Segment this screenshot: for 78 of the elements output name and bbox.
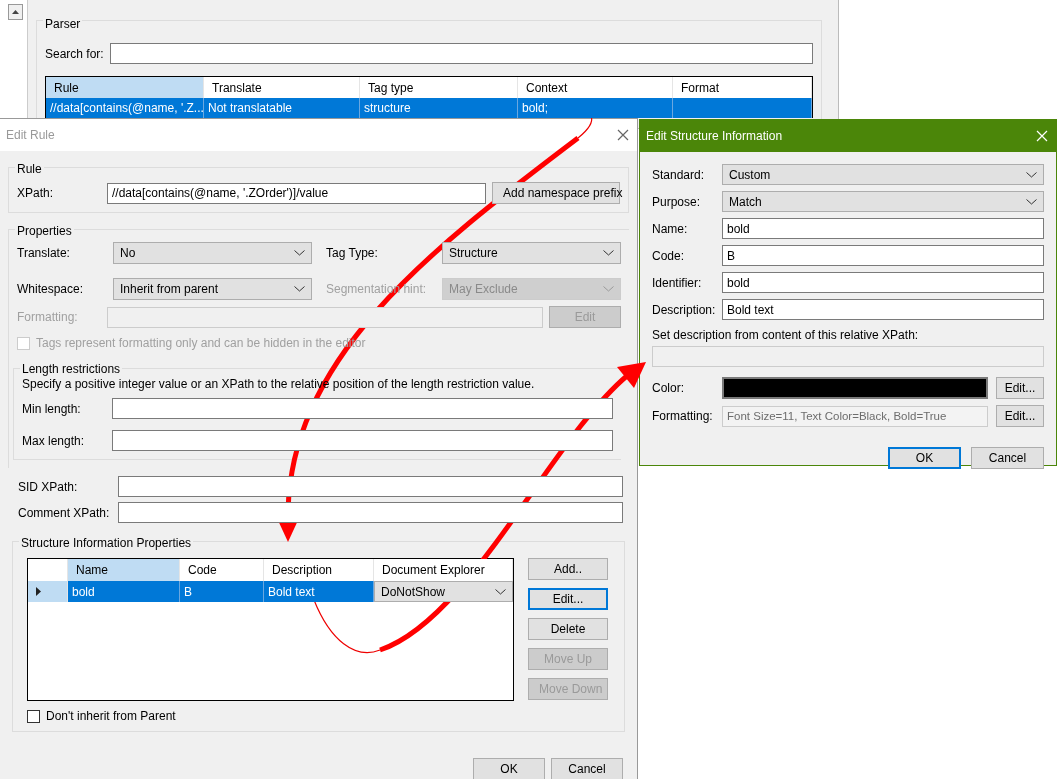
scroll-up-button[interactable] xyxy=(8,4,23,20)
field-label: XPath: xyxy=(17,186,55,200)
field-label: Max length: xyxy=(22,433,86,448)
close-icon[interactable] xyxy=(617,129,629,141)
field-label: Tag Type: xyxy=(326,246,379,260)
field-label: Identifier: xyxy=(652,275,703,290)
checkbox[interactable] xyxy=(27,709,40,723)
chevron-down-icon xyxy=(495,588,506,595)
dropdown[interactable]: Match xyxy=(722,191,1044,212)
dropdown-cell[interactable]: DoNotShow xyxy=(374,581,513,602)
chevron-down-icon xyxy=(603,250,614,256)
input-field[interactable]: bold xyxy=(722,272,1044,293)
input-field[interactable]: bold xyxy=(722,218,1044,239)
group-title: Structure Information Properties xyxy=(19,536,194,550)
min-length-field[interactable] xyxy=(112,398,613,419)
list-action-button[interactable]: Edit... xyxy=(528,588,608,610)
window-title: Edit Rule xyxy=(6,128,55,142)
comment-xpath-field[interactable] xyxy=(118,502,623,523)
table-cell: bold xyxy=(68,581,180,602)
row-pointer-icon xyxy=(36,587,41,596)
row-indicator-cell[interactable] xyxy=(28,581,68,602)
up-arrow-icon xyxy=(12,10,19,14)
field-label: Purpose: xyxy=(652,194,702,209)
xpath-field[interactable] xyxy=(652,346,1044,367)
table-cell: Not translatable xyxy=(204,98,360,118)
chevron-down-icon xyxy=(1026,198,1037,205)
edit-button[interactable]: Edit... xyxy=(996,405,1044,427)
field-label: Translate: xyxy=(17,246,71,260)
add-prefix-button[interactable]: Add namespace prefix xyxy=(492,182,620,204)
search-field[interactable] xyxy=(109,43,813,64)
field-label: SID XPath: xyxy=(18,479,79,494)
dialog-button[interactable]: OK xyxy=(888,447,961,469)
field-label: Formatting: xyxy=(17,310,79,324)
max-length-field[interactable] xyxy=(112,430,613,451)
chevron-down-icon xyxy=(294,286,305,292)
list-action-button[interactable]: Add.. xyxy=(528,558,608,580)
table-cell: B xyxy=(180,581,264,602)
field-label: Formatting: xyxy=(652,409,714,423)
window-title: Edit Structure Information xyxy=(646,129,783,143)
table-cell: structure xyxy=(360,98,518,118)
chevron-down-icon xyxy=(1026,171,1037,178)
field-label: Set description from content of this relative XPath: xyxy=(652,328,920,342)
input-field[interactable]: Bold text xyxy=(722,299,1044,320)
table-cell: Bold text xyxy=(264,581,374,602)
column-header[interactable]: Rule xyxy=(46,77,204,98)
field-label: Standard: xyxy=(652,167,706,182)
field-label: Min length: xyxy=(22,401,82,416)
dropdown[interactable]: Custom xyxy=(722,164,1044,185)
field-label: Whitespace: xyxy=(17,282,85,296)
checkbox-label: Don't inherit from Parent xyxy=(46,709,176,723)
group-title: Parser xyxy=(43,17,83,31)
dialog-button[interactable]: OK xyxy=(473,758,545,779)
field-label: Name: xyxy=(652,221,689,236)
field-label: Comment XPath: xyxy=(18,505,111,520)
chevron-down-icon xyxy=(294,250,305,256)
formatting-field: Font Size=11, Text Color=Black, Bold=True xyxy=(722,405,988,427)
field-label: Code: xyxy=(652,248,686,263)
color-swatch[interactable] xyxy=(722,377,988,399)
edit-button[interactable]: Edit... xyxy=(996,377,1044,399)
xpath-field[interactable]: //data[contains(@name, '.ZOrder')]/value xyxy=(107,182,486,204)
sid-xpath-field[interactable] xyxy=(118,476,623,497)
table-cell: //data[contains(@name, '.Z... xyxy=(46,98,204,118)
field-label: Color: xyxy=(652,381,685,395)
dialog-button[interactable]: Cancel xyxy=(551,758,623,779)
dropdown[interactable]: No xyxy=(113,242,312,264)
dropdown[interactable]: Inherit from parent xyxy=(113,278,312,300)
table-cell: bold; xyxy=(518,98,673,118)
field-label: Search for: xyxy=(45,46,104,61)
input-field[interactable]: B xyxy=(722,245,1044,266)
dropdown[interactable]: Structure xyxy=(442,242,621,264)
group-title: Length restrictions xyxy=(20,362,123,376)
group-title: Properties xyxy=(15,224,74,238)
column-header[interactable]: Name xyxy=(68,559,180,581)
list-action-button[interactable]: Delete xyxy=(528,618,608,640)
chevron-down-icon xyxy=(603,286,614,292)
dialog-button[interactable]: Cancel xyxy=(971,447,1044,469)
field-label: Description: xyxy=(652,302,717,317)
group-title: Rule xyxy=(15,162,44,176)
